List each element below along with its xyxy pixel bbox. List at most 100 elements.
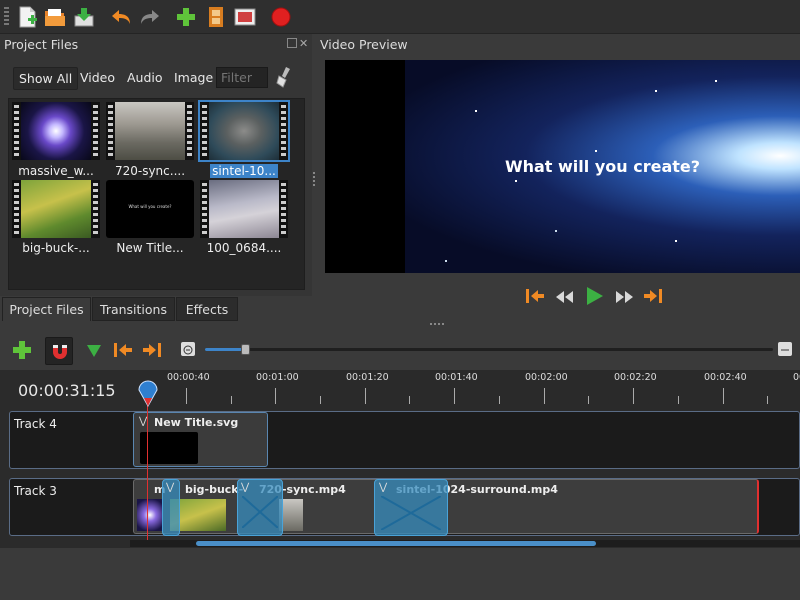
ruler-tick: [409, 396, 410, 404]
ruler-tick: [633, 388, 634, 404]
transition-clip[interactable]: ⋁: [162, 479, 180, 536]
filter-image-button[interactable]: Image: [169, 67, 218, 88]
ruler-tick: [275, 388, 276, 404]
next-marker-icon[interactable]: [142, 341, 162, 363]
ruler-label-partial: 00: [793, 372, 800, 383]
ruler-label: 00:02:40: [704, 372, 747, 383]
video-preview: What will you create?: [325, 60, 800, 273]
filter-input[interactable]: [216, 67, 268, 88]
new-project-icon[interactable]: [15, 5, 39, 29]
toolbar-grip[interactable]: [4, 7, 9, 27]
ruler-tick: [588, 396, 589, 404]
file-thumbnail[interactable]: What will you create?: [106, 180, 194, 238]
ruler-label: 00:02:20: [614, 372, 657, 383]
playhead-line: [147, 398, 148, 544]
ruler-label: 00:00:40: [167, 372, 210, 383]
save-project-icon[interactable]: [72, 5, 96, 29]
ruler-label: 00:01:40: [435, 372, 478, 383]
clip-title: New Title.svg: [154, 416, 239, 429]
track-row[interactable]: Track 4: [9, 411, 800, 469]
tab-project-files[interactable]: Project Files: [2, 297, 91, 321]
file-thumbnail[interactable]: [106, 102, 194, 160]
transition-clip[interactable]: ⋁: [374, 479, 448, 536]
filter-audio-button[interactable]: Audio: [122, 67, 168, 88]
clip-title: big-buck-: [185, 483, 244, 496]
file-thumbnail[interactable]: [200, 180, 288, 238]
clear-filter-icon[interactable]: [276, 66, 292, 92]
zoom-slider[interactable]: [205, 344, 773, 355]
clip-menu-icon[interactable]: ⋁: [241, 482, 249, 493]
file-name: big-buck-...: [22, 241, 90, 255]
snapping-icon[interactable]: [45, 337, 73, 365]
file-thumbnail[interactable]: [12, 102, 100, 160]
ruler-tick: [544, 388, 545, 404]
track-name: Track 4: [14, 417, 57, 431]
open-project-icon[interactable]: [43, 5, 67, 29]
ruler-label: 00:02:00: [525, 372, 568, 383]
rewind-icon[interactable]: [555, 289, 575, 308]
ruler-tick: [723, 388, 724, 404]
float-panel-icon[interactable]: [287, 38, 297, 48]
close-panel-icon[interactable]: ✕: [299, 37, 308, 50]
panel-splitter-horizontal[interactable]: [430, 323, 446, 325]
playhead-handle[interactable]: [137, 378, 159, 412]
play-icon[interactable]: [584, 286, 604, 310]
project-files-list[interactable]: massive_w... 720-sync.... sintel-10... b…: [8, 98, 305, 290]
ruler-tick: [186, 388, 187, 404]
file-name: massive_w...: [18, 164, 94, 178]
thumb-title-text: What will you create?: [128, 204, 172, 209]
panel-splitter-vertical[interactable]: [313, 172, 315, 188]
file-thumbnail[interactable]: [12, 180, 100, 238]
tab-effects[interactable]: Effects: [176, 297, 238, 321]
export-video-icon[interactable]: [269, 5, 293, 29]
zoom-in-icon[interactable]: [778, 342, 792, 356]
file-thumbnail[interactable]: [198, 100, 290, 162]
timeline-scrollbar[interactable]: [130, 540, 800, 547]
clip-menu-icon[interactable]: ⋁: [379, 482, 387, 493]
add-marker-icon[interactable]: [86, 343, 102, 362]
ruler-tick: [678, 396, 679, 404]
track-name: Track 3: [14, 484, 57, 498]
file-name: 720-sync....: [114, 164, 186, 178]
previous-marker-icon[interactable]: [113, 341, 133, 363]
clip-menu-icon[interactable]: ⋁: [166, 482, 174, 493]
choose-profile-icon[interactable]: [204, 5, 228, 29]
file-name: New Title...: [116, 241, 184, 255]
undo-icon[interactable]: [109, 5, 133, 29]
clip-menu-icon[interactable]: ⋁: [139, 416, 147, 427]
tab-transitions[interactable]: Transitions: [92, 297, 175, 321]
main-toolbar: [0, 0, 800, 34]
clip-thumbnail: [137, 499, 163, 531]
project-files-title: Project Files: [4, 37, 79, 52]
timecode-display: 00:00:31:15: [18, 381, 116, 400]
filter-video-button[interactable]: Video: [75, 67, 120, 88]
filter-show-all-button[interactable]: Show All: [13, 67, 79, 90]
redo-icon[interactable]: [138, 5, 162, 29]
jump-start-icon[interactable]: [525, 287, 545, 309]
clip-thumbnail: [140, 432, 198, 464]
preview-overlay-text: What will you create?: [504, 157, 701, 176]
zoom-slider-fill: [205, 348, 245, 351]
import-files-icon[interactable]: [174, 5, 198, 29]
ruler-label: 00:01:20: [346, 372, 389, 383]
ruler-label: 00:01:00: [256, 372, 299, 383]
ruler-tick: [454, 388, 455, 404]
ruler-tick: [365, 388, 366, 404]
timeline-ruler[interactable]: 00:00:40 00:01:00 00:01:20 00:01:40 00:0…: [140, 370, 800, 410]
fast-forward-icon[interactable]: [614, 289, 634, 308]
jump-end-icon[interactable]: [643, 287, 663, 309]
file-name-selected: sintel-10...: [210, 164, 278, 178]
add-track-icon[interactable]: [12, 340, 32, 364]
ruler-tick: [499, 396, 500, 404]
transition-clip[interactable]: ⋁: [237, 479, 283, 536]
timeline-clip[interactable]: ⋁ New Title.svg: [133, 412, 268, 467]
ruler-tick: [767, 396, 768, 404]
fullscreen-icon[interactable]: [233, 5, 257, 29]
zoom-out-icon[interactable]: [181, 342, 195, 356]
scrollbar-thumb[interactable]: [196, 541, 596, 546]
file-name: 100_0684....: [206, 241, 282, 255]
ruler-tick: [320, 396, 321, 404]
video-preview-title: Video Preview: [320, 37, 408, 52]
zoom-slider-handle[interactable]: [241, 344, 250, 355]
video-frame: What will you create?: [405, 60, 800, 273]
